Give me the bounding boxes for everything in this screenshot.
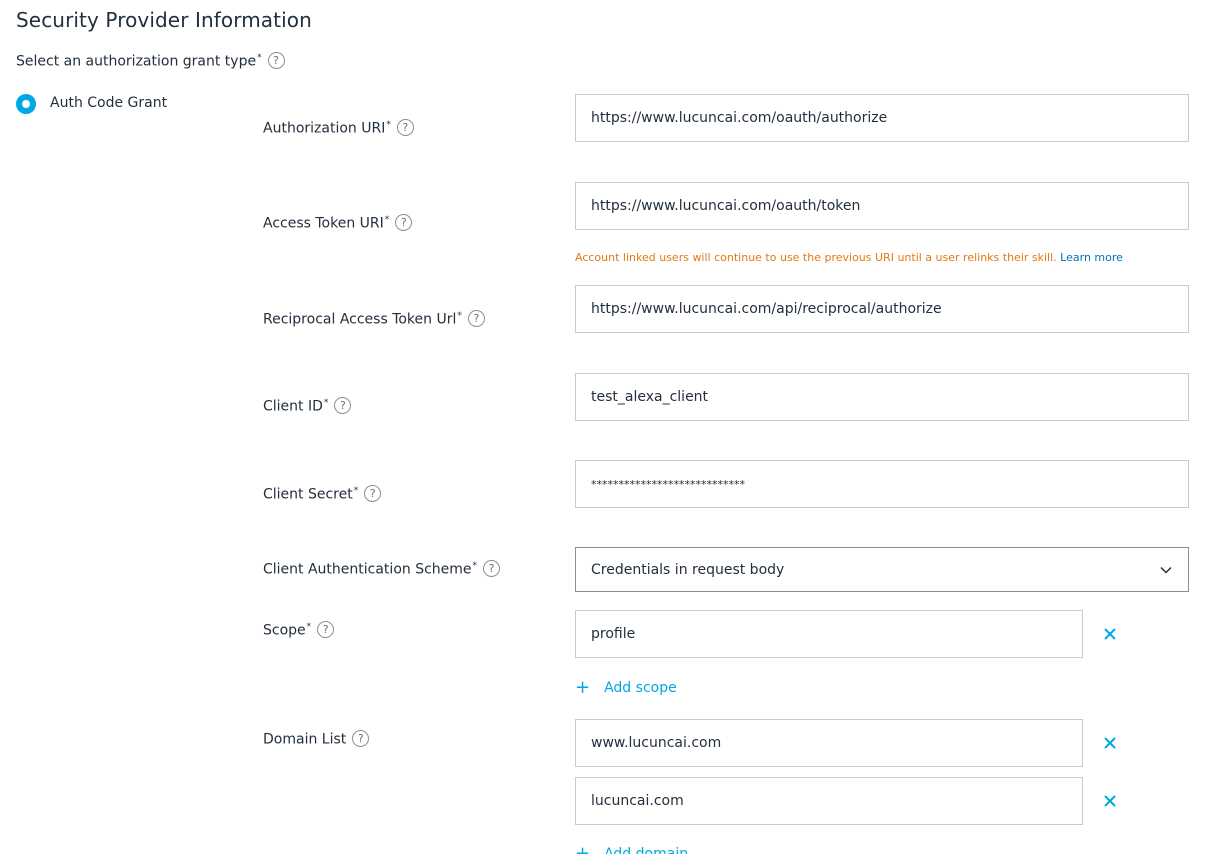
required-mark: * [323,398,329,408]
domain-value: www.lucuncai.com [591,735,722,751]
access-token-uri-label-row: Access Token URI*? [263,214,413,232]
help-icon[interactable]: ? [317,621,335,639]
required-mark: * [384,215,390,225]
auth-code-grant-radio[interactable] [16,94,36,114]
client-id-label: Client ID [263,398,323,415]
required-mark: * [472,561,478,571]
required-mark: * [306,622,312,632]
client-secret-input[interactable]: **************************** [575,460,1189,508]
authorization-uri-label: Authorization URI [263,120,386,137]
client-secret-label-row: Client Secret*? [263,485,382,503]
help-icon[interactable]: ? [267,52,285,70]
client-id-value: test_alexa_client [591,389,709,405]
reciprocal-token-url-value: https://www.lucuncai.com/api/reciprocal/… [591,301,942,317]
add-scope-label: Add scope [604,680,677,696]
client-secret-value: **************************** [591,477,745,491]
domain-input[interactable]: www.lucuncai.com [575,719,1083,767]
authorization-uri-input[interactable]: https://www.lucuncai.com/oauth/authorize [575,94,1189,142]
warning-text: Account linked users will continue to us… [575,251,1057,264]
domain-value: lucuncai.com [591,793,684,809]
access-token-uri-input[interactable]: https://www.lucuncai.com/oauth/token [575,182,1189,230]
close-x-icon[interactable] [1103,627,1117,641]
authorization-uri-value: https://www.lucuncai.com/oauth/authorize [591,110,888,126]
required-mark: * [457,311,462,321]
client-auth-scheme-label: Client Authentication Scheme [263,561,472,578]
help-icon[interactable]: ? [467,310,485,328]
required-mark: * [257,53,262,63]
learn-more-link[interactable]: Learn more [1060,251,1123,264]
reciprocal-token-url-input[interactable]: https://www.lucuncai.com/api/reciprocal/… [575,285,1189,333]
close-x-icon[interactable] [1103,794,1117,808]
scope-input[interactable]: profile [575,610,1083,658]
client-secret-label: Client Secret [263,486,353,503]
section-title: Security Provider Information [16,8,312,32]
auth-code-grant-label[interactable]: Auth Code Grant [50,95,167,111]
domain-input[interactable]: lucuncai.com [575,777,1083,825]
client-id-label-row: Client ID*? [263,397,352,415]
help-icon[interactable]: ? [352,730,370,747]
help-icon[interactable]: ? [364,485,382,503]
access-token-warning: Account linked users will continue to us… [575,251,1123,264]
plus-icon: + [575,677,591,698]
help-icon[interactable]: ? [334,397,352,415]
help-icon[interactable]: ? [395,214,413,232]
add-scope-link[interactable]: + Add scope [575,676,677,698]
access-token-uri-value: https://www.lucuncai.com/oauth/token [591,198,861,214]
plus-icon: + [575,843,591,854]
chevron-down-icon [1160,566,1172,574]
authorization-uri-label-row: Authorization URI*? [263,119,414,137]
access-token-uri-label: Access Token URI [263,215,384,232]
help-icon[interactable]: ? [483,560,501,578]
help-icon[interactable]: ? [396,119,414,137]
close-x-icon[interactable] [1103,736,1117,750]
client-auth-scheme-select[interactable]: Credentials in request body [575,547,1189,592]
domain-list-label: Domain List [263,731,347,748]
security-provider-form: Security Provider Information Select an … [0,0,1219,854]
required-mark: * [386,120,391,130]
scope-label-row: Scope*? [263,621,335,639]
client-id-input[interactable]: test_alexa_client [575,373,1189,421]
add-domain-link[interactable]: + Add domain [575,842,688,854]
add-domain-label: Add domain [604,846,689,854]
required-mark: * [353,486,359,496]
domain-list-label-row: Domain List? [263,730,370,748]
scope-label: Scope [263,622,306,639]
grant-type-label: Select an authorization grant type [16,53,257,70]
reciprocal-token-url-label: Reciprocal Access Token Url [263,311,457,328]
grant-type-label-row: Select an authorization grant type*? [16,52,285,70]
reciprocal-token-url-label-row: Reciprocal Access Token Url*? [263,310,485,328]
scope-value: profile [591,626,636,642]
client-auth-scheme-value: Credentials in request body [591,561,785,578]
client-auth-scheme-label-row: Client Authentication Scheme*? [263,560,501,578]
